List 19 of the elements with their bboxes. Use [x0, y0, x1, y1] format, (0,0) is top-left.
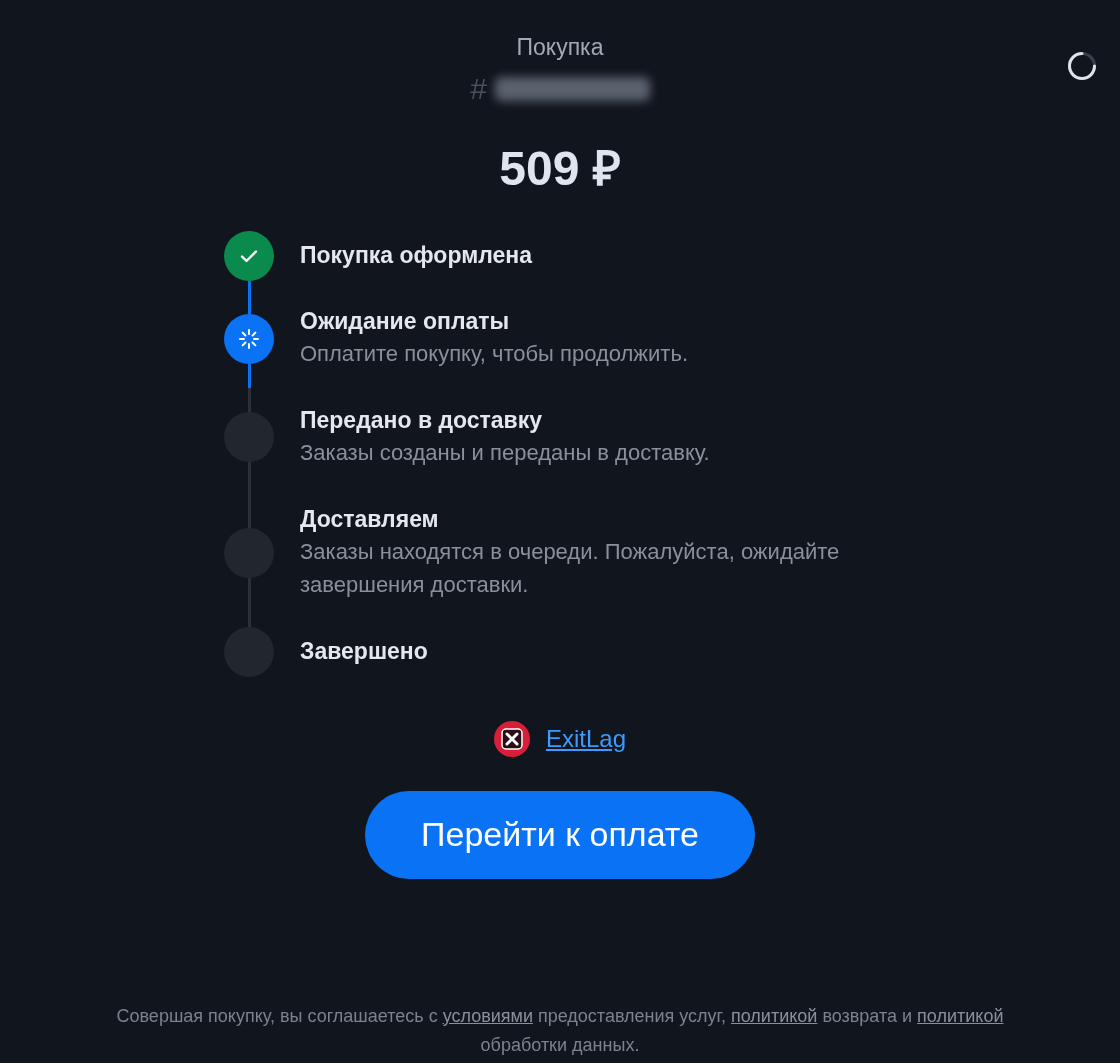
step-description: Заказы созданы и переданы в доставку.: [300, 438, 710, 467]
step-title: Ожидание оплаты: [300, 307, 511, 337]
price-amount: 509 ₽: [498, 140, 622, 197]
terms-link[interactable]: политикой: [917, 1005, 1004, 1026]
purchase-title: Покупка: [515, 34, 605, 62]
step-title: Завершено: [300, 636, 428, 666]
app-logo-icon: [493, 720, 530, 757]
check-icon: [224, 231, 274, 282]
pay-button[interactable]: Перейти к оплате: [365, 790, 755, 879]
terms-link[interactable]: условиями: [442, 1005, 533, 1026]
terms-link[interactable]: политикой: [731, 1005, 818, 1026]
step-title: Доставляем: [300, 504, 440, 534]
step-description: Оплатите покупку, чтобы продолжить.: [300, 339, 689, 368]
terms-text: Совершая покупку, вы соглашаетесь с условиями предоставления услуг, политикой возврата и политикой обработки данных.: [115, 1004, 1005, 1058]
step-title: Покупка оформлена: [300, 241, 532, 271]
step-title: Передано в доставку: [300, 405, 544, 435]
step-description: Заказы находятся в очереди. Пожалуйста, ожидайте завершения доставки.: [300, 537, 841, 599]
hash-sign: #: [470, 73, 487, 104]
product-link[interactable]: ExitLag: [545, 720, 627, 757]
